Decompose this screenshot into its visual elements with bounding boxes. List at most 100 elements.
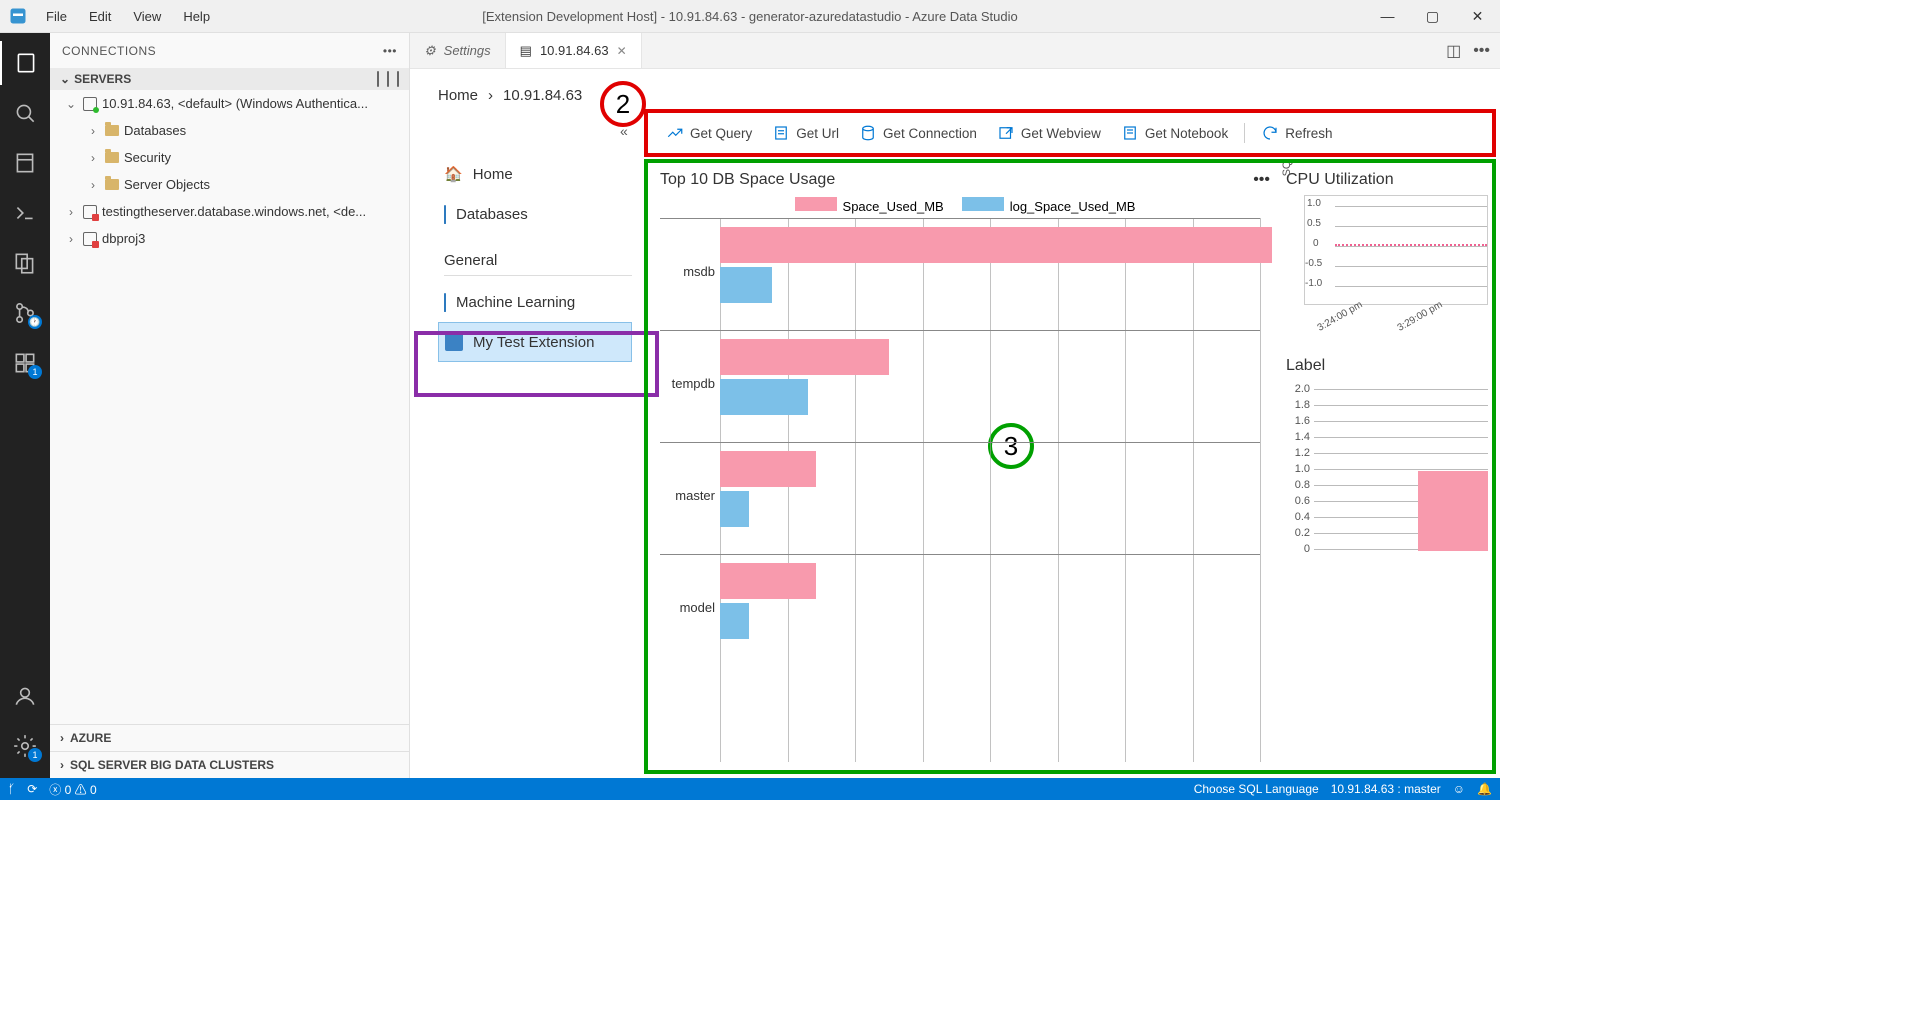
chart-row-master: master — [660, 442, 1260, 552]
chart-row-tempdb: tempdb — [660, 330, 1260, 440]
legend-swatch-blue — [962, 197, 1004, 211]
label-widget: Label 2.0 1.8 1.6 1.4 1.2 1.0 0.8 0.6 0.… — [1286, 357, 1488, 551]
editor-more-icon[interactable]: ••• — [1473, 42, 1490, 60]
split-editor-icon[interactable]: ◫ — [1446, 41, 1461, 61]
widgets-container: 3 Top 10 DB Space Usage ••• Space_Used_M… — [644, 159, 1496, 774]
extensions-badge: 1 — [28, 365, 42, 379]
tree-server-objects[interactable]: ›Server Objects — [50, 171, 409, 198]
label-bar — [1418, 471, 1488, 551]
bigdata-section[interactable]: ›SQL SERVER BIG DATA CLUSTERS — [50, 751, 409, 778]
connections-sidebar: CONNECTIONS ••• ⌄SERVERS ⌄10.91.84.63, <… — [50, 33, 410, 778]
nav-machine-learning[interactable]: Machine Learning — [438, 282, 632, 322]
status-branch[interactable]: ᚶ — [8, 782, 15, 796]
status-connection[interactable]: 10.91.84.63 : master — [1331, 782, 1441, 796]
status-sync-icon[interactable]: ⟳ — [27, 782, 37, 796]
main-menu: File Edit View Help — [36, 5, 220, 28]
get-notebook-button[interactable]: Get Notebook — [1113, 120, 1236, 146]
widget1-more-icon[interactable]: ••• — [1253, 171, 1270, 189]
tree-server-3[interactable]: ›dbproj3 — [50, 225, 409, 252]
menu-help[interactable]: Help — [173, 5, 220, 28]
window-title: [Extension Development Host] - 10.91.84.… — [482, 9, 1017, 24]
breadcrumb-current: 10.91.84.63 — [503, 87, 582, 104]
chart-row-model: model — [660, 554, 1260, 664]
azure-section[interactable]: ›AZURE — [50, 724, 409, 751]
database-icon — [444, 205, 446, 224]
activity-terminal[interactable] — [0, 191, 50, 235]
widget2-title: CPU Utilization — [1286, 171, 1394, 189]
server-collapse-icon[interactable] — [397, 72, 399, 86]
menu-file[interactable]: File — [36, 5, 77, 28]
activity-notebooks[interactable] — [0, 141, 50, 185]
chart-bar — [720, 227, 1272, 263]
toolbar-separator — [1244, 123, 1245, 143]
chart-bar — [720, 339, 889, 375]
menu-edit[interactable]: Edit — [79, 5, 121, 28]
refresh-button[interactable]: Refresh — [1253, 120, 1340, 146]
minimize-button[interactable]: — — [1365, 0, 1410, 33]
status-language[interactable]: Choose SQL Language — [1194, 782, 1319, 796]
tab-settings[interactable]: ⚙Settings — [410, 33, 506, 68]
server-toolbar — [377, 72, 399, 86]
clock-badge-icon: 🕐 — [28, 315, 42, 329]
server-tab-icon: ▤ — [520, 43, 532, 59]
sidebar-more-icon[interactable]: ••• — [383, 44, 397, 58]
get-connection-button[interactable]: Get Connection — [851, 120, 985, 146]
chart-bar — [720, 379, 808, 415]
nav-home[interactable]: 🏠Home — [438, 154, 632, 194]
activity-explorer[interactable] — [0, 241, 50, 285]
servers-tree: ⌄10.91.84.63, <default> (Windows Authent… — [50, 90, 409, 724]
tree-databases[interactable]: ›Databases — [50, 117, 409, 144]
db-space-widget: Top 10 DB Space Usage ••• Space_Used_MB … — [648, 163, 1282, 770]
close-button[interactable]: ✕ — [1455, 0, 1500, 33]
servers-section-label[interactable]: SERVERS — [74, 72, 131, 86]
get-url-button[interactable]: Get Url — [764, 120, 847, 146]
activity-settings[interactable]: 1 — [0, 724, 50, 768]
nav-databases[interactable]: Databases — [438, 194, 632, 234]
chart-bar — [720, 603, 749, 639]
chart-bar — [720, 451, 816, 487]
get-webview-button[interactable]: Get Webview — [989, 120, 1109, 146]
activity-connections[interactable] — [0, 41, 50, 85]
widget3-title: Label — [1286, 357, 1325, 375]
extension-toolbar: « Get Query Get Url Get Connection Get W… — [644, 109, 1496, 157]
annotation-box-1 — [414, 331, 659, 397]
tab-server-dashboard[interactable]: ▤10.91.84.63✕ — [506, 33, 642, 68]
menu-view[interactable]: View — [123, 5, 171, 28]
status-feedback-icon[interactable]: ☺ — [1453, 782, 1465, 796]
status-bar: ᚶ ⟳ ⓧ 0 ⚠ 0 Choose SQL Language 10.91.84… — [0, 778, 1500, 800]
widget1-title: Top 10 DB Space Usage — [660, 171, 835, 189]
maximize-button[interactable]: ▢ — [1410, 0, 1455, 33]
tree-server-2[interactable]: ›testingtheserver.database.windows.net, … — [50, 198, 409, 225]
dashboard-nav: Home › 10.91.84.63 🏠Home Databases Gener… — [410, 69, 640, 778]
activity-extensions[interactable]: 1 — [0, 341, 50, 385]
new-connection-icon[interactable] — [377, 72, 379, 86]
annotation-2: 2 — [600, 81, 646, 127]
chevron-right-icon: › — [488, 87, 493, 104]
chart-bar — [720, 563, 816, 599]
nav-general-group: General — [444, 252, 632, 269]
activity-account[interactable] — [0, 674, 50, 718]
chart-row-msdb: msdb — [660, 218, 1260, 328]
label-chart: 2.0 1.8 1.6 1.4 1.2 1.0 0.8 0.6 0.4 0.2 — [1286, 381, 1488, 551]
settings-badge: 1 — [28, 748, 42, 762]
chart-ylabel: master — [660, 488, 715, 503]
chart-bar — [720, 267, 772, 303]
db-space-chart: msdb tempdb master model — [660, 218, 1270, 762]
get-query-button[interactable]: Get Query — [658, 120, 760, 146]
breadcrumb-home[interactable]: Home — [438, 87, 478, 104]
activity-search[interactable] — [0, 91, 50, 135]
status-problems[interactable]: ⓧ 0 ⚠ 0 — [49, 781, 96, 798]
new-group-icon[interactable] — [387, 72, 389, 86]
status-bell-icon[interactable]: 🔔 — [1477, 782, 1492, 796]
activity-source-control[interactable]: 🕐 — [0, 291, 50, 335]
chart-ylabel: tempdb — [660, 376, 715, 391]
tree-security[interactable]: ›Security — [50, 144, 409, 171]
settings-icon: ⚙ — [424, 43, 436, 59]
chart-ylabel: model — [660, 600, 715, 615]
legend-swatch-pink — [795, 197, 837, 211]
close-tab-icon[interactable]: ✕ — [617, 44, 627, 58]
tree-server-1[interactable]: ⌄10.91.84.63, <default> (Windows Authent… — [50, 90, 409, 117]
app-icon — [8, 6, 28, 26]
cpu-axis-label: SQL Server Process CPU Utiliza — [1282, 163, 1293, 176]
editor-tabs: ⚙Settings ▤10.91.84.63✕ ◫ ••• — [410, 33, 1500, 69]
